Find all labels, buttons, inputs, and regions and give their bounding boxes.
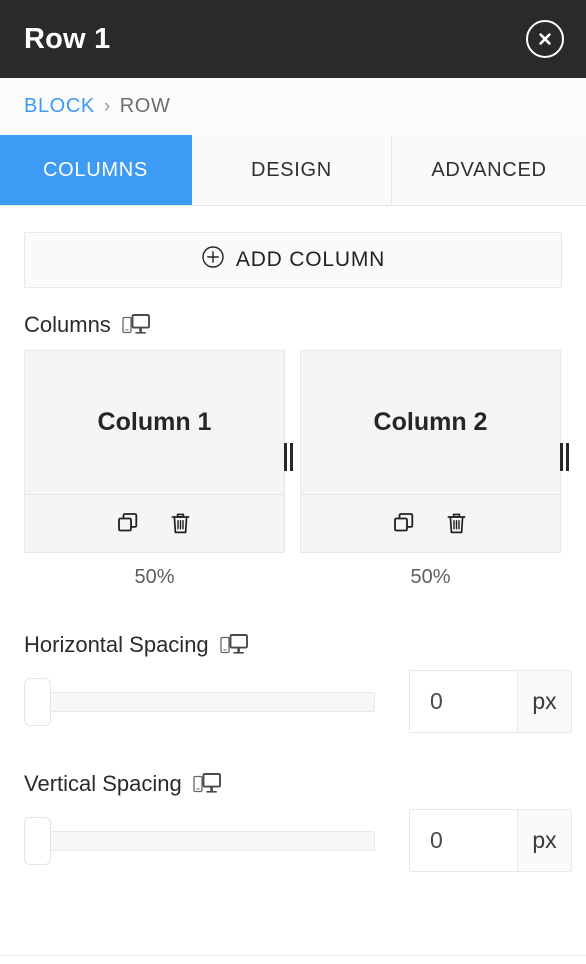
horizontal-spacing-label-row: Horizontal Spacing	[24, 632, 562, 658]
column-card-toolbar	[301, 494, 560, 552]
column-name: Column 2	[373, 408, 488, 436]
column-width-value: 50%	[134, 566, 175, 588]
page-title: Row 1	[24, 22, 111, 55]
column-resize-handle[interactable]	[558, 442, 570, 472]
slider-thumb[interactable]	[24, 677, 51, 726]
responsive-device-icon[interactable]	[220, 634, 248, 656]
horizontal-spacing-control: px	[12, 670, 574, 733]
column-item: Column 1 50%	[24, 350, 293, 589]
horizontal-spacing-unit[interactable]: px	[517, 671, 571, 732]
responsive-device-icon[interactable]	[193, 773, 221, 795]
vertical-spacing-control: px	[12, 809, 574, 872]
trash-icon[interactable]	[166, 509, 196, 539]
slider-track[interactable]	[24, 691, 375, 712]
vertical-spacing-unit[interactable]: px	[517, 810, 571, 871]
column-resize-handle[interactable]	[282, 442, 294, 472]
breadcrumb-separator: ›	[103, 95, 111, 117]
vertical-spacing-input[interactable]	[410, 810, 517, 871]
breadcrumb-item-block[interactable]: BLOCK	[24, 95, 95, 118]
column-item: Column 2 50%	[300, 350, 569, 589]
tab-design[interactable]: DESIGN	[192, 135, 392, 205]
horizontal-spacing-input-group: px	[409, 670, 572, 733]
breadcrumb-item-row: ROW	[119, 95, 171, 117]
columns-panel: ADD COLUMN Columns Column 1 50% Column 2…	[0, 232, 586, 872]
vertical-spacing-input-group: px	[409, 809, 572, 872]
tab-advanced[interactable]: ADVANCED	[392, 135, 586, 205]
column-name: Column 1	[97, 408, 212, 436]
vertical-spacing-label: Vertical Spacing	[24, 771, 182, 796]
column-width-value: 50%	[410, 566, 451, 588]
add-column-button[interactable]: ADD COLUMN	[24, 232, 562, 288]
column-card[interactable]: Column 2	[300, 350, 561, 553]
duplicate-icon[interactable]	[114, 509, 144, 539]
column-card-toolbar	[25, 494, 284, 552]
duplicate-icon[interactable]	[390, 509, 420, 539]
tab-columns[interactable]: COLUMNS	[0, 135, 192, 205]
horizontal-spacing-slider[interactable]	[12, 676, 375, 728]
panel-header: Row 1	[0, 0, 586, 78]
vertical-spacing-label-row: Vertical Spacing	[24, 771, 562, 797]
columns-label: Columns	[24, 312, 111, 337]
column-card[interactable]: Column 1	[24, 350, 285, 553]
vertical-spacing-slider[interactable]	[12, 815, 375, 867]
tab-bar: COLUMNS DESIGN ADVANCED	[0, 135, 586, 206]
close-circle-icon	[536, 30, 554, 48]
close-button[interactable]	[526, 20, 564, 58]
trash-icon[interactable]	[442, 509, 472, 539]
add-column-label: ADD COLUMN	[235, 248, 386, 271]
plus-circle-icon	[201, 245, 225, 275]
horizontal-spacing-input[interactable]	[410, 671, 517, 732]
columns-label-row: Columns	[24, 312, 562, 338]
breadcrumb: BLOCK › ROW	[0, 78, 586, 135]
columns-list: Column 1 50% Column 2 50%	[24, 350, 569, 589]
horizontal-spacing-label: Horizontal Spacing	[24, 632, 209, 657]
slider-thumb[interactable]	[24, 816, 51, 865]
slider-track[interactable]	[24, 830, 375, 851]
panel-bottom-divider	[0, 955, 586, 956]
responsive-device-icon[interactable]	[122, 314, 150, 336]
